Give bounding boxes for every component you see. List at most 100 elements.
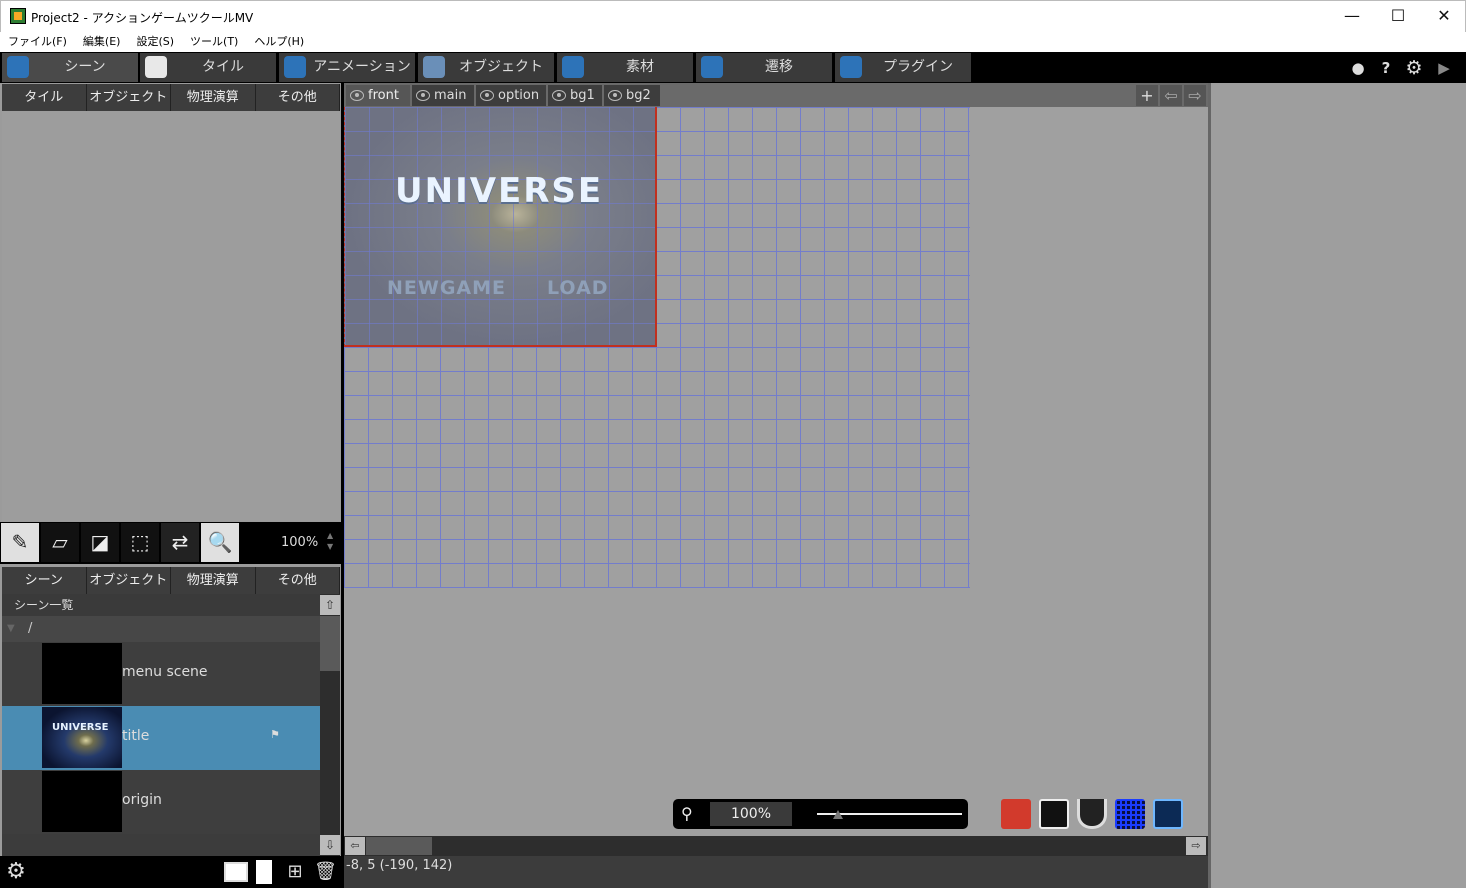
tab-plugin[interactable]: プラグイン — [835, 53, 971, 82]
palette-tab-other[interactable]: その他 — [255, 84, 340, 111]
close-button[interactable]: ✕ — [1421, 1, 1466, 31]
object-icon[interactable] — [1001, 799, 1031, 829]
material-icon — [562, 56, 584, 78]
palette-tab-tile[interactable]: タイル — [2, 84, 87, 111]
eye-icon[interactable] — [608, 90, 622, 101]
scene-item-label: origin — [122, 792, 162, 808]
map-icon[interactable] — [1153, 799, 1183, 829]
settings-icon[interactable]: ⚙ — [1405, 59, 1423, 78]
start-flag-icon: ⚑ — [270, 728, 280, 741]
layer-tab-main[interactable]: main — [412, 85, 474, 106]
load-option: LOAD — [547, 277, 609, 299]
scene-settings-icon[interactable]: ⚙ — [5, 860, 27, 884]
palette-tab-object[interactable]: オブジェクト — [86, 84, 171, 111]
scene-canvas[interactable]: UNIVERSE NEWGAME LOAD — [344, 107, 1208, 836]
scene-item-menu-scene[interactable]: menu scene — [2, 642, 320, 706]
menu-settings[interactable]: 設定(S) — [136, 32, 174, 52]
layer-tab-front[interactable]: front — [346, 85, 410, 106]
menu-edit[interactable]: 編集(E) — [83, 32, 121, 52]
scroll-down-icon[interactable]: ⇩ — [320, 835, 340, 855]
new-folder-icon[interactable]: ⊞ — [284, 860, 306, 884]
right-panel — [1208, 83, 1466, 888]
scene-list-scroll-thumb[interactable] — [320, 616, 340, 671]
canvas-zoom-bar: ⚲ 100% — [673, 799, 968, 829]
layer-tab-option[interactable]: option — [476, 85, 546, 106]
transition-icon — [701, 56, 723, 78]
add-layer-icon[interactable]: + — [1136, 85, 1158, 106]
plugin-icon — [840, 56, 862, 78]
left-panel: タイル オブジェクト 物理演算 その他 ✎ ▱ ◪ ⬚ ⇄ 🔍 100% ▲ ▼ … — [0, 83, 343, 888]
lower-tab-object[interactable]: オブジェクト — [86, 567, 171, 594]
palette-area[interactable] — [2, 111, 340, 521]
magnet-icon[interactable] — [1077, 799, 1107, 829]
select-icon[interactable]: ⬚ — [121, 523, 159, 562]
pencil-icon[interactable]: ✎ — [1, 523, 39, 562]
scene-thumbnail — [42, 771, 122, 832]
zoom-icon: ⚲ — [681, 804, 693, 823]
eye-icon[interactable] — [416, 90, 430, 101]
window-title: Project2 - アクションゲームツクールMV — [31, 11, 254, 25]
tab-scene[interactable]: シーン — [2, 53, 138, 82]
canvas-hscrollbar[interactable]: ⇦ ⇨ — [344, 836, 1208, 856]
play-icon[interactable]: ▶ — [1435, 59, 1453, 77]
scroll-up-icon[interactable]: ⇧ — [320, 595, 340, 615]
tab-animation[interactable]: アニメーション — [279, 53, 415, 82]
scroll-left-icon[interactable]: ⇦ — [345, 837, 365, 855]
layer-left-icon[interactable]: ⇦ — [1160, 85, 1182, 106]
scene-icon — [7, 56, 29, 78]
layer-right-icon[interactable]: ⇨ — [1184, 85, 1206, 106]
rect-fill-icon[interactable]: ▱ — [41, 523, 79, 562]
new-page-icon[interactable] — [256, 860, 272, 884]
canvas-scroll-thumb[interactable] — [366, 837, 432, 855]
grid-icon[interactable] — [1115, 799, 1145, 829]
scene-grid-overlay — [345, 107, 655, 345]
new-scene-icon[interactable] — [224, 862, 248, 882]
record-icon[interactable]: ● — [1349, 59, 1367, 77]
scene-preview[interactable]: UNIVERSE NEWGAME LOAD — [344, 107, 657, 347]
zoom-icon[interactable]: 🔍 — [201, 523, 239, 562]
scene-thumbnail — [42, 643, 122, 704]
menu-file[interactable]: ファイル(F) — [8, 32, 67, 52]
status-bar: -8, 5 (-190, 142) — [344, 856, 1208, 888]
eye-icon[interactable] — [350, 90, 364, 101]
layer-tabs: front main option bg1 bg2 + ⇦ ⇨ — [344, 83, 1208, 107]
tab-material[interactable]: 素材 — [557, 53, 693, 82]
palette-zoom-value[interactable]: 100% — [281, 535, 318, 550]
eraser-icon[interactable]: ◪ — [81, 523, 119, 562]
zoom-spinner[interactable]: ▲ ▼ — [327, 530, 333, 552]
canvas-zoom-value[interactable]: 100% — [710, 802, 792, 826]
app-icon — [10, 8, 26, 24]
main-toolbar: シーン タイル アニメーション オブジェクト 素材 遷移 プラグイン ● ? ⚙… — [0, 52, 1466, 83]
help-icon[interactable]: ? — [1377, 59, 1395, 77]
scene-item-origin[interactable]: origin — [2, 770, 320, 834]
tile-icon — [145, 56, 167, 78]
swap-view-icon[interactable] — [1039, 799, 1069, 829]
tab-tile[interactable]: タイル — [140, 53, 276, 82]
swap-view-icon[interactable]: ⇄ — [161, 523, 199, 562]
layer-tab-bg2[interactable]: bg2 — [604, 85, 660, 106]
delete-icon[interactable]: 🗑 — [314, 860, 337, 884]
eye-icon[interactable] — [552, 90, 566, 101]
minimize-button[interactable]: — — [1329, 1, 1375, 31]
palette-tab-physics[interactable]: 物理演算 — [171, 84, 256, 111]
scroll-right-icon[interactable]: ⇨ — [1186, 837, 1206, 855]
scene-item-title[interactable]: UNIVERSE title ⚑ — [2, 706, 320, 770]
scene-item-label: title — [122, 728, 150, 744]
layer-tab-bg1[interactable]: bg1 — [548, 85, 602, 106]
lower-tabs: シーン オブジェクト 物理演算 その他 — [2, 567, 340, 594]
scene-list-actions: ⚙ ⊞ 🗑 — [0, 856, 342, 888]
maximize-button[interactable]: ☐ — [1375, 1, 1421, 31]
lower-tab-physics[interactable]: 物理演算 — [171, 567, 256, 594]
scene-item-label: menu scene — [122, 664, 208, 680]
tab-object[interactable]: オブジェクト — [418, 53, 554, 82]
lower-tab-scene[interactable]: シーン — [2, 567, 87, 594]
folder-toggle-icon[interactable]: ▼ — [7, 616, 15, 642]
menu-tools[interactable]: ツール(T) — [190, 32, 238, 52]
scene-thumbnail: UNIVERSE — [42, 707, 122, 768]
lower-tab-other[interactable]: その他 — [255, 567, 340, 594]
scene-folder[interactable]: ▼ / — [2, 616, 320, 642]
tab-transition[interactable]: 遷移 — [696, 53, 832, 82]
eye-icon[interactable] — [480, 90, 494, 101]
menu-help[interactable]: ヘルプ(H) — [254, 32, 304, 52]
zoom-slider-knob[interactable] — [833, 810, 843, 819]
